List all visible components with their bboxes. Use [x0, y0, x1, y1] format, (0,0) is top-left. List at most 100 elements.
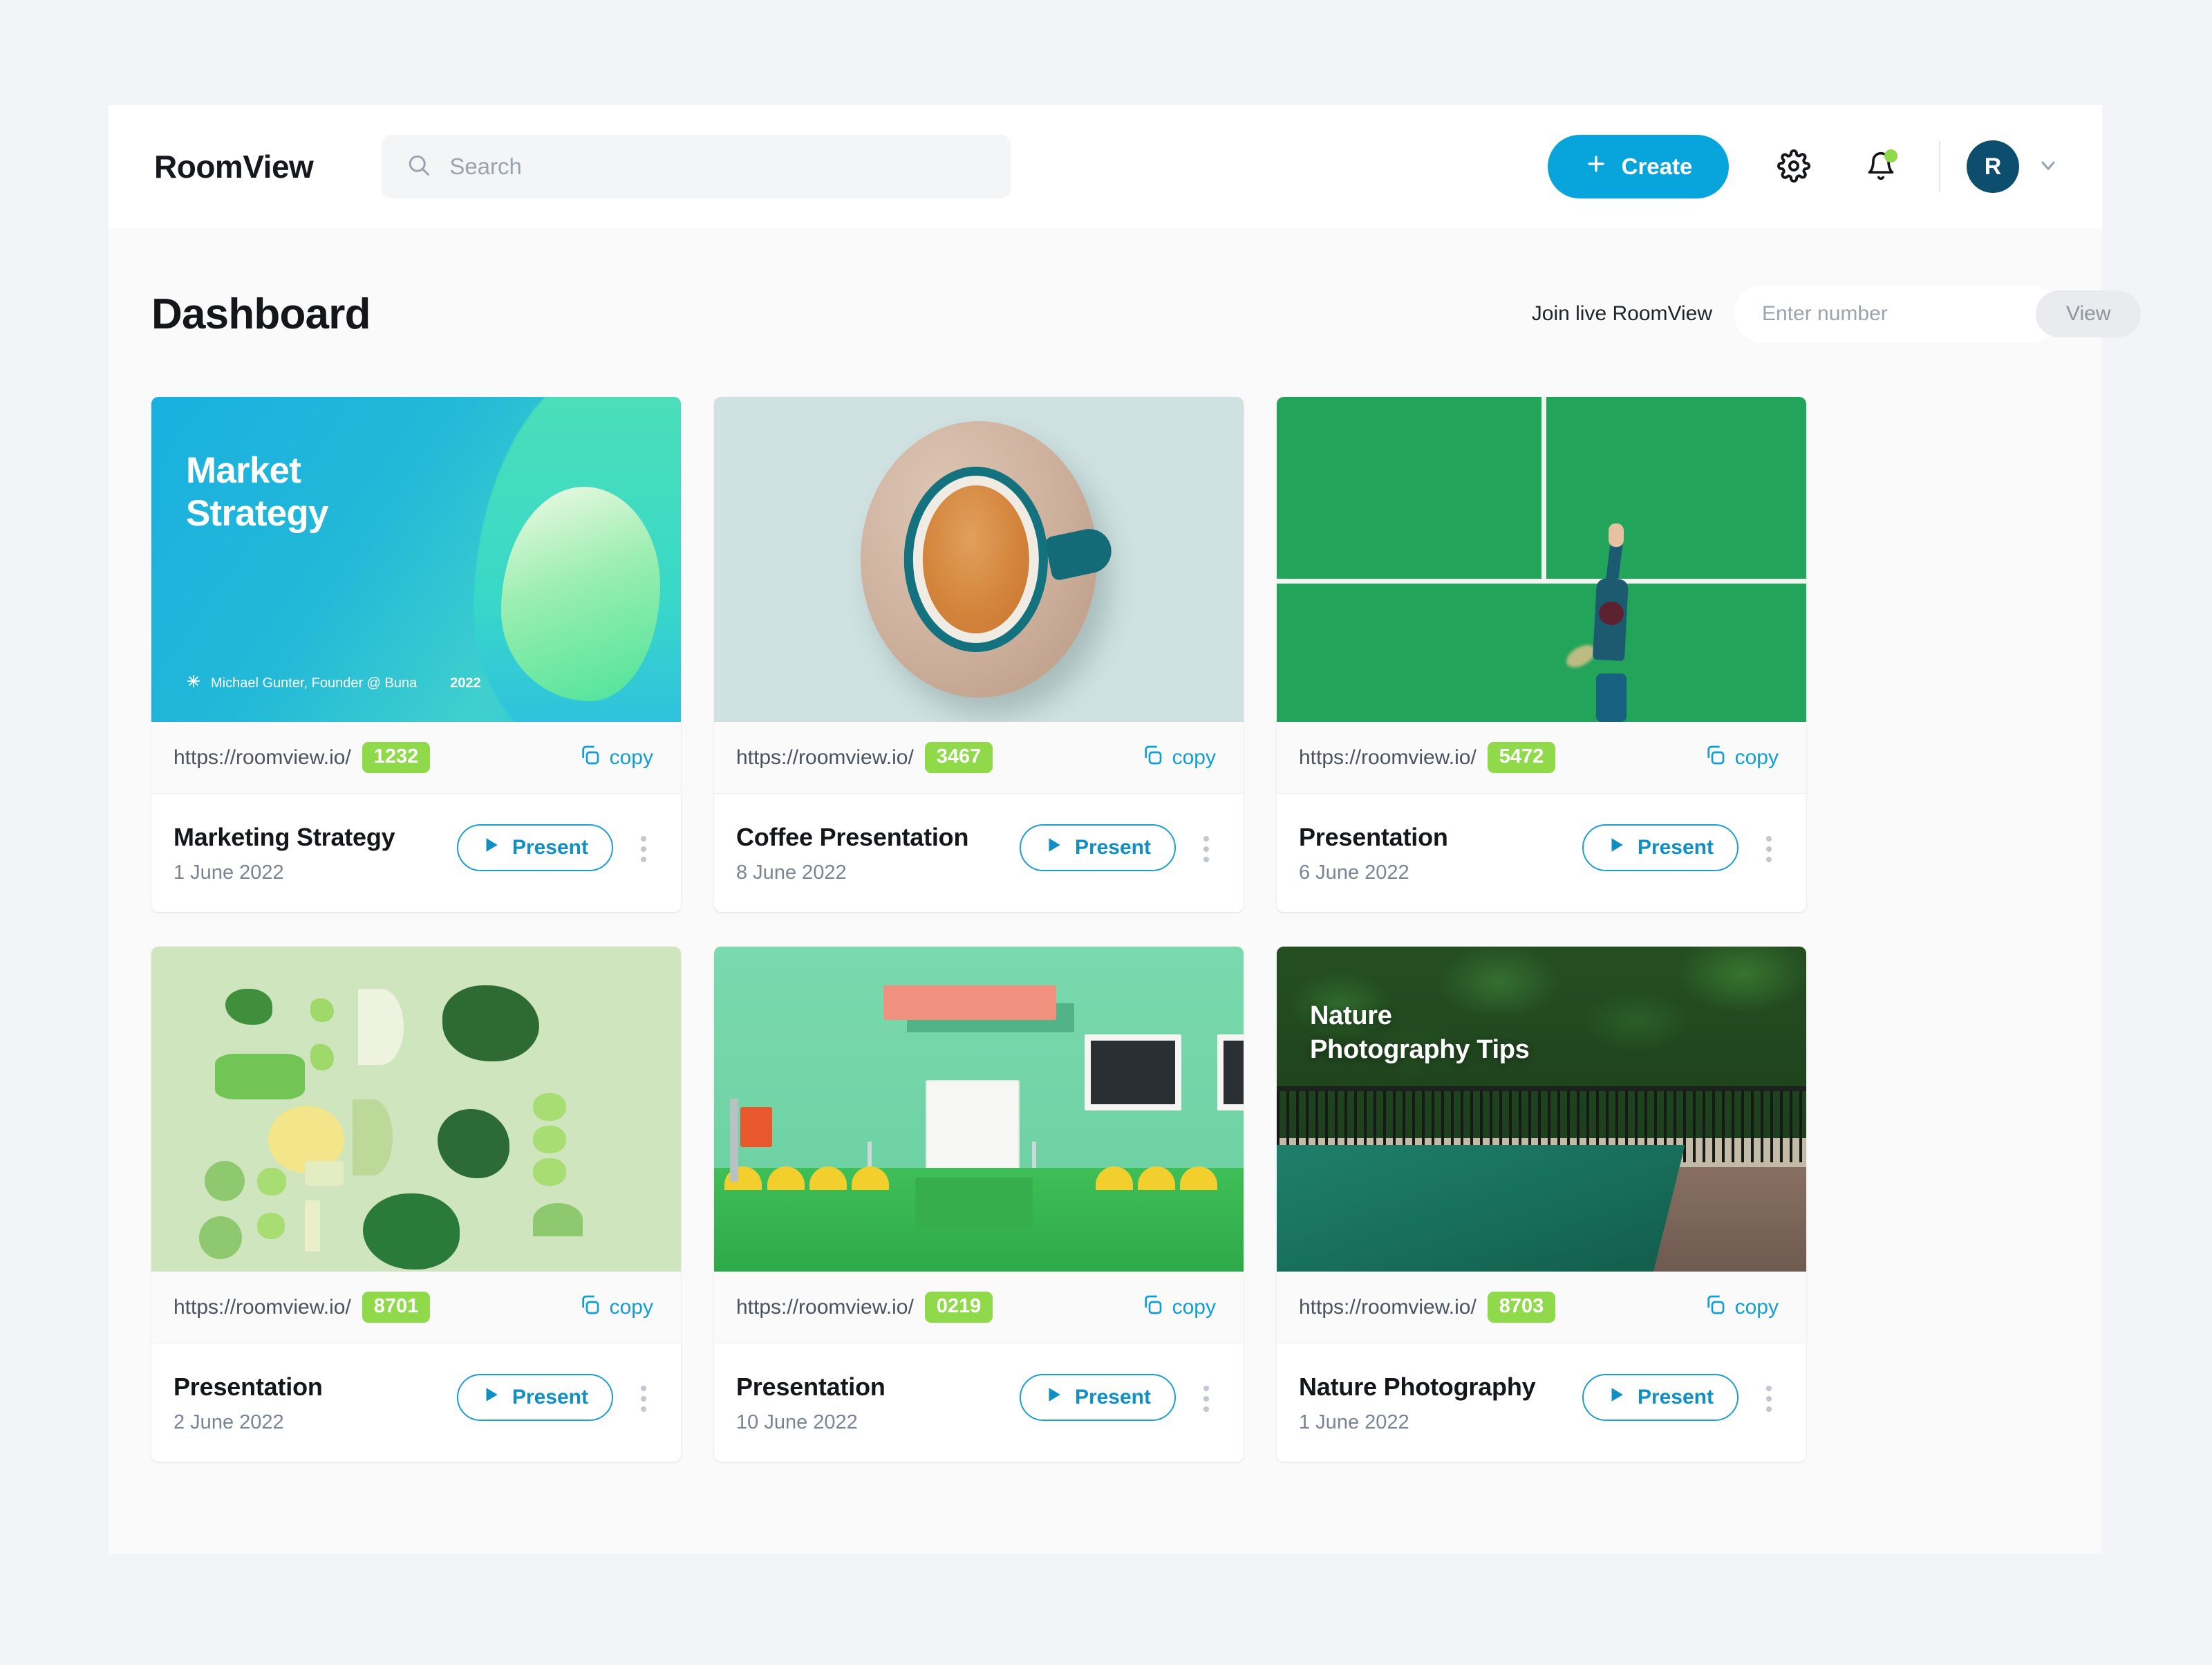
card-link-bar: https://roomview.io/ 0219 copy — [714, 1272, 1244, 1343]
join-number-field[interactable]: View — [1734, 285, 2141, 343]
top-bar-actions: Create R — [1548, 135, 2059, 198]
settings-button[interactable] — [1762, 135, 1826, 198]
card-link-bar: https://roomview.io/ 3467 copy — [714, 722, 1244, 794]
player-hand-shape — [1608, 523, 1624, 548]
card-more-options-button[interactable] — [1754, 1381, 1784, 1417]
join-number-input[interactable] — [1762, 302, 2029, 326]
overlay-title-line-2: Photography Tips — [1310, 1034, 1530, 1064]
card-thumbnail[interactable]: Nature Photography Tips — [1277, 947, 1806, 1272]
copy-label: copy — [1734, 745, 1779, 769]
copy-icon — [1704, 1294, 1726, 1321]
card-more-options-button[interactable] — [628, 831, 659, 867]
join-live-label: Join live RoomView — [1531, 302, 1712, 325]
notifications-button[interactable] — [1849, 135, 1913, 198]
present-button[interactable]: Present — [456, 1374, 613, 1421]
card-more-options-button[interactable] — [1191, 1381, 1221, 1417]
copy-icon — [1141, 1294, 1163, 1321]
card-link-bar: https://roomview.io/ 5472 copy — [1277, 722, 1806, 794]
present-label: Present — [512, 1386, 588, 1408]
present-button[interactable]: Present — [1582, 1374, 1738, 1421]
card-code-chip: 8703 — [1487, 1292, 1556, 1323]
present-label: Present — [1074, 1386, 1151, 1408]
card-date: 6 June 2022 — [1299, 862, 1409, 884]
card-url: https://roomview.io/ — [1299, 1295, 1477, 1319]
card-meta: Presentation 6 June 2022 Present — [1277, 794, 1806, 912]
page-title: Dashboard — [151, 290, 371, 338]
create-button-label: Create — [1621, 154, 1693, 179]
copy-link-button[interactable]: copy — [1141, 744, 1216, 772]
presentation-card[interactable]: https://roomview.io/ 5472 copy Presentat… — [1277, 397, 1806, 912]
card-more-options-button[interactable] — [1191, 831, 1221, 867]
copy-label: copy — [609, 1295, 653, 1319]
presentation-card[interactable]: Market Strategy Michael Gunter, Founder … — [151, 397, 681, 912]
card-code-chip: 8701 — [362, 1292, 431, 1323]
present-button[interactable]: Present — [1019, 824, 1176, 871]
apple-stick-shape — [305, 1200, 321, 1252]
join-live-roomview: Join live RoomView View — [1531, 285, 2141, 343]
card-code-chip: 1232 — [362, 742, 431, 773]
card-meta-text: Coffee Presentation 8 June 2022 — [736, 823, 968, 884]
card-code-chip: 5472 — [1487, 742, 1556, 773]
notification-badge-dot — [1884, 149, 1897, 162]
card-meta-text: Presentation 10 June 2022 — [736, 1373, 885, 1434]
card-meta: Coffee Presentation 8 June 2022 Present — [714, 794, 1244, 912]
card-thumbnail[interactable] — [1277, 397, 1806, 722]
card-thumbnail[interactable]: Market Strategy Michael Gunter, Founder … — [151, 397, 681, 722]
kale-leaf-shape — [442, 985, 540, 1062]
presentation-card[interactable]: https://roomview.io/ 8701 copy Presentat… — [151, 947, 681, 1462]
slide-footer: Michael Gunter, Founder @ Buna 2022 — [186, 673, 481, 693]
card-title: Presentation — [736, 1373, 885, 1401]
play-icon — [1044, 836, 1062, 859]
copy-label: copy — [1172, 1295, 1216, 1319]
presentation-card[interactable]: https://roomview.io/ 0219 copy Presentat… — [714, 947, 1244, 1462]
card-date: 2 June 2022 — [174, 1411, 284, 1433]
card-thumbnail[interactable] — [714, 947, 1244, 1272]
kale-leaf-shape — [437, 1109, 509, 1178]
celery-shape — [310, 1044, 334, 1070]
play-icon — [1607, 1386, 1625, 1409]
awning-shape — [883, 985, 1057, 1021]
card-url: https://roomview.io/ — [736, 1295, 914, 1319]
chevron-down-icon[interactable] — [2037, 154, 2059, 180]
card-code-chip: 3467 — [924, 742, 993, 773]
card-more-options-button[interactable] — [1754, 831, 1784, 867]
copy-link-button[interactable]: copy — [1141, 1294, 1216, 1321]
search-input[interactable]: Search — [382, 135, 1011, 198]
app-window: RoomView Search Create R Dashboard Join … — [109, 105, 2141, 1554]
card-meta: Marketing Strategy 1 June 2022 Present — [151, 794, 681, 912]
card-meta-text: Marketing Strategy 1 June 2022 — [174, 823, 395, 884]
card-thumbnail[interactable] — [714, 397, 1244, 722]
avatar[interactable]: R — [1967, 140, 2019, 193]
card-url: https://roomview.io/ — [174, 745, 351, 769]
copy-link-button[interactable]: copy — [579, 744, 653, 772]
card-url: https://roomview.io/ — [1299, 745, 1477, 769]
present-button[interactable]: Present — [1582, 824, 1738, 871]
present-button[interactable]: Present — [1019, 1374, 1176, 1421]
tennis-court-photo-art — [1277, 397, 1806, 722]
presentation-card[interactable]: Nature Photography Tips https://roomview… — [1277, 947, 1806, 1462]
search-icon — [406, 153, 431, 181]
copy-link-button[interactable]: copy — [1704, 744, 1779, 772]
card-url: https://roomview.io/ — [736, 745, 914, 769]
card-more-options-button[interactable] — [628, 1381, 659, 1417]
view-button[interactable]: View — [2036, 290, 2141, 337]
card-thumbnail[interactable] — [151, 947, 681, 1272]
copy-link-button[interactable]: copy — [1704, 1294, 1779, 1321]
lettuce-shape — [214, 1054, 305, 1100]
present-button[interactable]: Present — [456, 824, 613, 871]
celery-shape — [532, 1125, 566, 1153]
slide-author: Michael Gunter, Founder @ Buna — [211, 675, 418, 691]
red-towel-shape — [740, 1107, 773, 1147]
herb-shape — [225, 989, 273, 1025]
celery-shape — [257, 1167, 287, 1196]
window-shape — [1085, 1034, 1182, 1110]
copy-link-button[interactable]: copy — [579, 1294, 653, 1321]
top-navigation-bar: RoomView Search Create R — [109, 105, 2102, 228]
overlay-title-line-1: Nature — [1310, 1001, 1392, 1030]
coffee-cup-photo-art — [714, 397, 1244, 722]
court-line-horizontal — [1277, 579, 1806, 584]
copy-icon — [579, 744, 601, 772]
celery-shape — [257, 1213, 285, 1240]
presentation-card[interactable]: https://roomview.io/ 3467 copy Coffee Pr… — [714, 397, 1244, 912]
create-button[interactable]: Create — [1548, 135, 1729, 198]
